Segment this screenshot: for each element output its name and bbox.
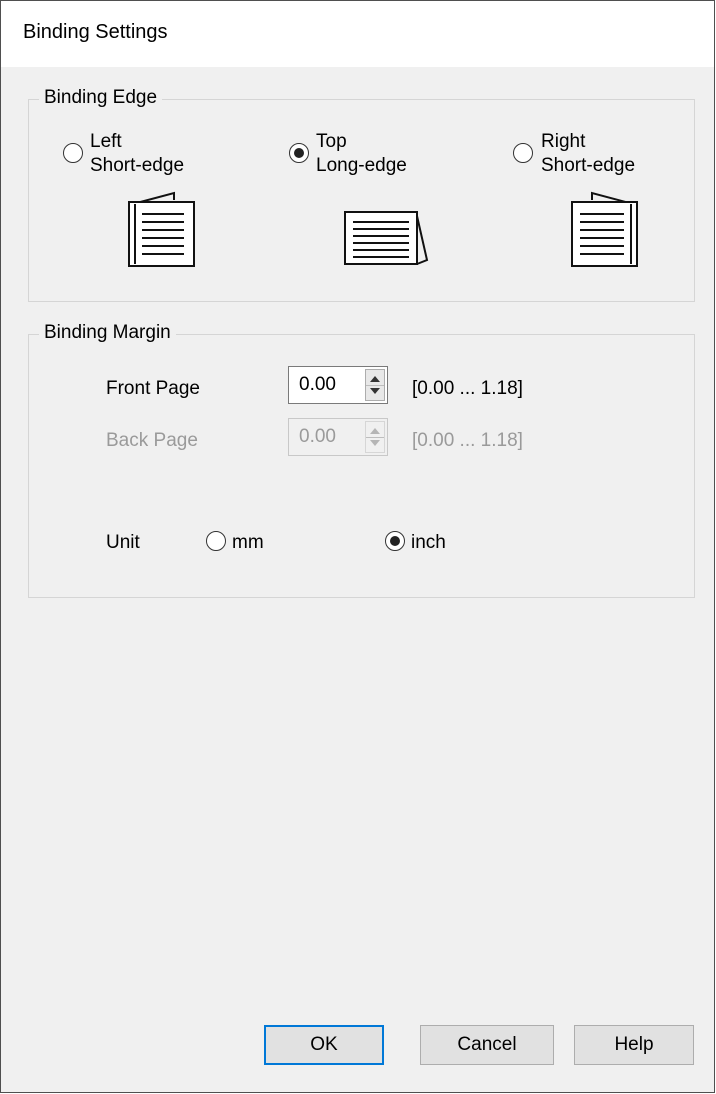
- binding-left-label-1: Left: [90, 131, 122, 152]
- binding-edge-group: Binding Edge Left Short-edge Top Long-ed…: [28, 87, 695, 302]
- binding-left-label-2: Short-edge: [90, 155, 185, 176]
- book-top-binding-icon: [344, 211, 429, 265]
- unit-mm-radio[interactable]: [206, 531, 226, 551]
- binding-left-radio[interactable]: [63, 143, 83, 163]
- spin-up-icon[interactable]: [370, 376, 380, 382]
- front-page-stepper[interactable]: 0.00: [288, 366, 388, 404]
- binding-right-label-2: Short-edge: [541, 155, 636, 176]
- binding-top-label-1: Top: [316, 131, 347, 152]
- binding-right-radio[interactable]: [513, 143, 533, 163]
- title-bar: Binding Settings: [1, 1, 714, 67]
- ok-button[interactable]: OK: [264, 1025, 384, 1065]
- front-page-spin-buttons[interactable]: [365, 369, 385, 401]
- binding-settings-dialog: Binding Settings Binding Edge Left Short…: [0, 0, 715, 1093]
- front-page-range: [0.00 ... 1.18]: [412, 378, 523, 399]
- binding-top-label-2: Long-edge: [316, 155, 407, 176]
- back-page-spin-buttons: [365, 421, 385, 453]
- spin-down-icon: [370, 440, 380, 446]
- back-page-value: 0.00: [299, 426, 336, 447]
- binding-margin-group: Binding Margin Front Page 0.00 [0.00 ...…: [28, 322, 695, 598]
- book-left-binding-icon: [128, 191, 195, 267]
- unit-mm-label: mm: [232, 532, 264, 553]
- binding-top-radio[interactable]: [289, 143, 309, 163]
- back-page-label: Back Page: [106, 430, 198, 451]
- binding-right-label-1: Right: [541, 131, 586, 152]
- spin-down-icon[interactable]: [370, 388, 380, 394]
- cancel-button[interactable]: Cancel: [420, 1025, 554, 1065]
- spin-up-icon: [370, 428, 380, 434]
- binding-margin-legend: Binding Margin: [39, 322, 176, 344]
- front-page-value: 0.00: [299, 374, 336, 395]
- back-page-stepper: 0.00: [288, 418, 388, 456]
- dialog-title: Binding Settings: [23, 21, 168, 43]
- unit-inch-radio[interactable]: [385, 531, 405, 551]
- unit-inch-label: inch: [411, 532, 446, 553]
- unit-label: Unit: [106, 532, 140, 553]
- binding-edge-legend: Binding Edge: [39, 87, 163, 109]
- front-page-label: Front Page: [106, 378, 200, 399]
- help-button[interactable]: Help: [574, 1025, 694, 1065]
- back-page-range: [0.00 ... 1.18]: [412, 430, 523, 451]
- book-right-binding-icon: [571, 191, 638, 267]
